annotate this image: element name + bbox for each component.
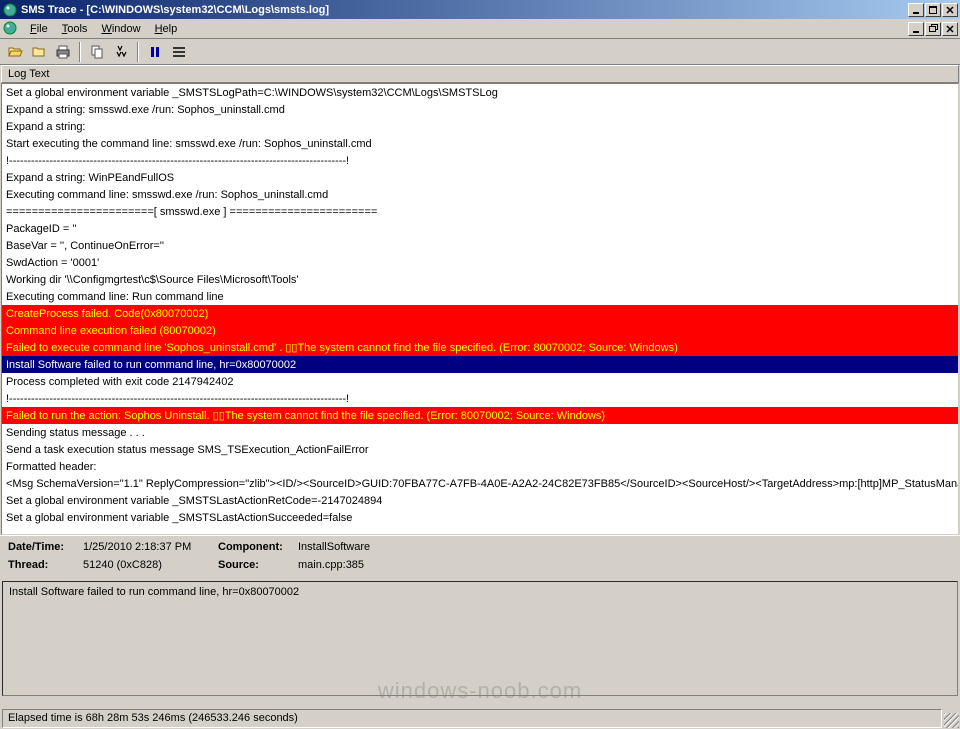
log-line[interactable]: =======================[ smsswd.exe ] ==… — [2, 203, 958, 220]
menubar: File Tools Window Help — [0, 19, 960, 39]
maximize-button[interactable] — [925, 3, 941, 17]
thread-label: Thread: — [8, 559, 83, 574]
list-button[interactable] — [168, 41, 190, 63]
open-button[interactable] — [4, 41, 26, 63]
toolbar-separator — [79, 42, 81, 62]
log-line[interactable]: !---------------------------------------… — [2, 152, 958, 169]
log-line[interactable]: CreateProcess failed. Code(0x80070002) — [2, 305, 958, 322]
statusbar: Elapsed time is 68h 28m 53s 246ms (24653… — [2, 709, 942, 728]
source-label: Source: — [218, 559, 298, 574]
window-title: SMS Trace - [C:\WINDOWS\system32\CCM\Log… — [21, 4, 908, 16]
log-line[interactable]: Set a global environment variable _SMSTS… — [2, 492, 958, 509]
log-line[interactable]: Executing command line: Run command line — [2, 288, 958, 305]
open2-button[interactable] — [28, 41, 50, 63]
log-line[interactable]: Command line execution failed (80070002) — [2, 322, 958, 339]
log-line[interactable]: Formatted header: — [2, 458, 958, 475]
pause-button[interactable] — [144, 41, 166, 63]
toolbar — [0, 39, 960, 65]
source-value: main.cpp:385 — [298, 559, 548, 574]
mdi-restore-button[interactable] — [925, 22, 941, 36]
log-column-header[interactable]: Log Text — [1, 65, 959, 83]
message-text: Install Software failed to run command l… — [9, 586, 299, 598]
component-value: InstallSoftware — [298, 541, 548, 556]
log-line[interactable]: Working dir '\\Configmgrtest\c$\Source F… — [2, 271, 958, 288]
resize-grip[interactable] — [944, 713, 959, 728]
menu-file[interactable]: File — [23, 21, 55, 37]
mdi-close-button[interactable] — [942, 22, 958, 36]
log-line[interactable]: PackageID = '' — [2, 220, 958, 237]
thread-value: 51240 (0xC828) — [83, 559, 218, 574]
app-icon — [2, 2, 18, 18]
log-line[interactable]: Set a global environment variable _SMSTS… — [2, 84, 958, 101]
log-line[interactable]: Executing command line: smsswd.exe /run:… — [2, 186, 958, 203]
copy-button[interactable] — [86, 41, 108, 63]
menu-help[interactable]: Help — [148, 21, 185, 37]
log-line[interactable]: Expand a string: — [2, 118, 958, 135]
component-label: Component: — [218, 541, 298, 556]
log-line[interactable]: Send a task execution status message SMS… — [2, 441, 958, 458]
close-button[interactable] — [942, 3, 958, 17]
log-line[interactable]: BaseVar = '', ContinueOnError='' — [2, 237, 958, 254]
log-line[interactable]: <Msg SchemaVersion="1.1" ReplyCompressio… — [2, 475, 958, 492]
log-line[interactable]: Install Software failed to run command l… — [2, 356, 958, 373]
log-line[interactable]: !---------------------------------------… — [2, 390, 958, 407]
find-button[interactable] — [110, 41, 132, 63]
mdi-minimize-button[interactable] — [908, 22, 924, 36]
log-line[interactable]: Sending status message . . . — [2, 424, 958, 441]
log-line[interactable]: Failed to run the action: Sophos Uninsta… — [2, 407, 958, 424]
menu-tools[interactable]: Tools — [55, 21, 95, 37]
log-line[interactable]: SwdAction = '0001' — [2, 254, 958, 271]
datetime-label: Date/Time: — [8, 541, 83, 556]
details-panel: Date/Time: 1/25/2010 2:18:37 PM Componen… — [0, 535, 960, 579]
log-line[interactable]: Start executing the command line: smsswd… — [2, 135, 958, 152]
log-line[interactable]: Expand a string: WinPEandFullOS — [2, 169, 958, 186]
print-button[interactable] — [52, 41, 74, 63]
message-box[interactable]: Install Software failed to run command l… — [2, 581, 958, 696]
titlebar: SMS Trace - [C:\WINDOWS\system32\CCM\Log… — [0, 0, 960, 19]
log-view[interactable]: Set a global environment variable _SMSTS… — [1, 83, 959, 535]
log-line[interactable]: Process completed with exit code 2147942… — [2, 373, 958, 390]
doc-icon — [3, 21, 19, 37]
log-line[interactable]: Failed to execute command line 'Sophos_u… — [2, 339, 958, 356]
log-line[interactable]: Set a global environment variable _SMSTS… — [2, 509, 958, 526]
minimize-button[interactable] — [908, 3, 924, 17]
datetime-value: 1/25/2010 2:18:37 PM — [83, 541, 218, 556]
log-line[interactable]: Expand a string: smsswd.exe /run: Sophos… — [2, 101, 958, 118]
toolbar-separator — [137, 42, 139, 62]
menu-window[interactable]: Window — [94, 21, 147, 37]
